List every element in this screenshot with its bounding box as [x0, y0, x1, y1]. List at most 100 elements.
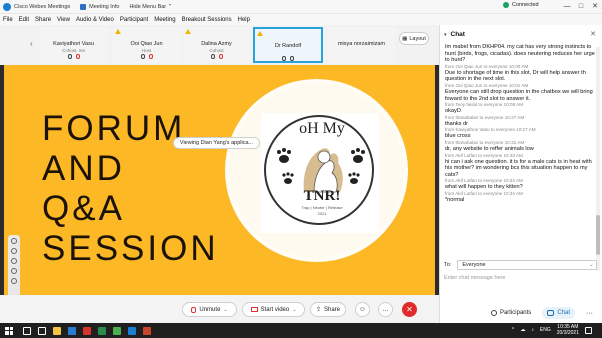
participant-status: [183, 54, 250, 59]
reactions-button[interactable]: ☺: [355, 302, 370, 317]
scrollbar-thumb[interactable]: [596, 215, 600, 255]
notification-icon[interactable]: [585, 326, 592, 334]
menu-breakout-sessions[interactable]: Breakout Sessions: [182, 17, 232, 23]
logo-text-sub: Trap | Neuter | Release: [301, 205, 343, 210]
hide-menu-bar-button[interactable]: Hide Menu Bar ⌃: [129, 4, 172, 10]
mic-muted-icon: [191, 306, 197, 313]
windows-start-icon[interactable]: [5, 326, 13, 335]
connection-label: Connected: [512, 2, 539, 8]
participant-name: Kaviyathori Vasu: [53, 41, 94, 47]
unmute-button[interactable]: Unmute ⌄: [182, 302, 237, 317]
more-options-button[interactable]: …: [378, 302, 393, 317]
menu-edit[interactable]: Edit: [19, 17, 29, 23]
tray-expand-icon[interactable]: ^: [512, 327, 514, 333]
participant-role: Host: [141, 48, 152, 53]
video-off-icon: [250, 307, 258, 312]
start-video-label: Start video: [260, 306, 290, 313]
zoom-out-icon[interactable]: [11, 268, 17, 274]
language-indicator[interactable]: ENG: [540, 327, 551, 333]
chevron-down-icon[interactable]: ⌄: [223, 307, 227, 313]
unmute-label: Unmute: [199, 306, 221, 313]
recipient-value: Everyone: [462, 262, 486, 268]
close-chat-button[interactable]: ✕: [590, 30, 596, 38]
chat-scrollbar[interactable]: [596, 47, 600, 271]
fit-icon[interactable]: [11, 278, 17, 284]
powerpoint-icon[interactable]: [143, 326, 151, 335]
excel-icon[interactable]: [98, 326, 106, 335]
participant-tile-active[interactable]: Dr Randolf: [253, 27, 323, 63]
participant-name: Dr Randolf: [274, 43, 302, 49]
menu-file[interactable]: File: [3, 17, 13, 23]
file-explorer-icon[interactable]: [53, 326, 61, 335]
chat-tab[interactable]: Chat: [542, 307, 575, 319]
menu-help[interactable]: Help: [238, 17, 250, 23]
meeting-info-label: Meeting Info: [89, 3, 120, 10]
chat-title: Chat: [450, 31, 465, 38]
chat-recipient-row: To: Everyone ⌄: [440, 259, 602, 271]
title-bar: Cisco Webex Meetings Meeting Info Hide M…: [0, 0, 602, 14]
menu-view[interactable]: View: [57, 17, 70, 23]
participant-name: Ooi Qiao Jun: [130, 41, 163, 47]
menu-participant[interactable]: Participant: [120, 17, 148, 23]
viewing-indicator[interactable]: Viewing Dian Yang's applica...: [173, 137, 260, 149]
participant-tile[interactable]: Kaviyathori Vasu Cohost, me: [40, 27, 107, 63]
cloud-icon[interactable]: ☁: [520, 327, 525, 333]
participant-tile[interactable]: Dalina Azmy Cohost: [183, 27, 250, 63]
leave-meeting-button[interactable]: ✕: [402, 302, 417, 317]
close-window-button[interactable]: ✕: [588, 0, 602, 14]
mic-muted-icon: [148, 54, 153, 59]
participants-tab[interactable]: Participants: [486, 307, 536, 319]
volume-icon[interactable]: ♪: [531, 327, 534, 333]
chevron-down-icon[interactable]: ⌄: [292, 307, 296, 313]
connection-status[interactable]: Connected: [503, 2, 539, 8]
connected-icon: [503, 2, 509, 8]
logo-text-top: oH My: [299, 120, 345, 137]
chat-message: Everyone can still drop question in the …: [445, 88, 593, 102]
recipient-select[interactable]: Everyone ⌄: [457, 260, 598, 270]
minimize-button[interactable]: —: [560, 0, 574, 14]
share-button[interactable]: ⇪ Share: [310, 302, 346, 317]
pointer-icon[interactable]: [11, 238, 17, 244]
chat-panel: ▾ Chat ✕ Im mabel from DKHP04. my cat ha…: [439, 25, 602, 323]
more-panels-button[interactable]: ···: [581, 307, 598, 320]
search-icon[interactable]: [23, 326, 31, 335]
chat-messages: Im mabel from DKHP04. my cat has very st…: [440, 44, 595, 270]
chat-message: okayD: [445, 108, 461, 115]
pen-icon[interactable]: [11, 248, 17, 254]
app-icon[interactable]: [83, 326, 91, 335]
taskbar-apps: [23, 326, 151, 335]
chat-icon: [547, 310, 555, 316]
menu-audio-video[interactable]: Audio & Video: [76, 17, 114, 23]
chevron-down-icon[interactable]: ▾: [444, 32, 447, 38]
participant-tile[interactable]: Ooi Qiao Jun Host: [113, 27, 180, 63]
menu-share[interactable]: Share: [35, 17, 51, 23]
chat-message-input[interactable]: Enter chat message here: [444, 275, 594, 285]
meeting-info-button[interactable]: Meeting Info: [80, 3, 120, 10]
chrome-icon[interactable]: [113, 326, 121, 335]
start-video-button[interactable]: Start video ⌄: [242, 302, 305, 317]
participant-tile[interactable]: misya norzaimizam: [328, 27, 395, 63]
chat-message: Im mabel from DKHP04. my cat has very st…: [445, 44, 595, 64]
window-controls: — □ ✕: [560, 0, 602, 14]
menu-meeting[interactable]: Meeting: [154, 17, 175, 23]
panel-tabs: Participants Chat ···: [440, 303, 602, 323]
video-off-icon: [140, 54, 145, 59]
mic-muted-icon: [218, 54, 223, 59]
mail-icon[interactable]: [68, 326, 76, 335]
maximize-button[interactable]: □: [574, 0, 588, 14]
webex-logo-icon: [3, 2, 11, 11]
zoom-in-icon[interactable]: [11, 258, 17, 264]
chat-message: Due to shortage of time in this slot, Dr…: [445, 69, 586, 83]
logo-text-main: TNR!: [303, 188, 341, 204]
task-view-icon[interactable]: [38, 326, 46, 335]
clock[interactable]: 10:35 AM 20/3/2021: [557, 324, 579, 336]
chat-message: thanks dr: [445, 120, 469, 127]
mic-icon: [290, 56, 294, 61]
strip-prev-icon[interactable]: ‹: [30, 39, 33, 48]
chat-message: dr, any website to reffer animals low: [445, 145, 534, 152]
layout-label: Layout: [409, 35, 426, 42]
warning-icon: [185, 29, 191, 34]
webex-taskbar-icon[interactable]: [128, 326, 136, 335]
participant-status: [113, 54, 180, 59]
layout-button[interactable]: ▦ Layout: [399, 32, 429, 45]
